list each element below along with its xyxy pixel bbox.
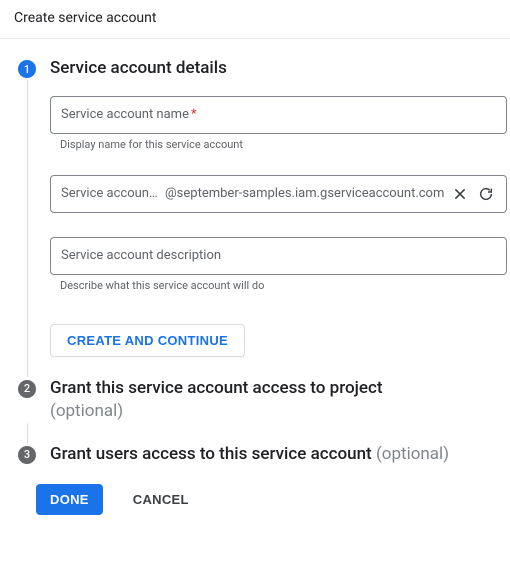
footer: DONE CANCEL [18, 466, 496, 515]
service-account-description-helper: Describe what this service account will … [60, 279, 507, 292]
wizard: 1 Service account details Service accoun… [0, 39, 510, 525]
step-1-badge: 1 [18, 60, 36, 78]
step-3-title: Grant users access to this service accou… [50, 443, 449, 466]
step-2-title: Grant this service account access to pro… [50, 377, 383, 423]
done-button[interactable]: DONE [36, 484, 103, 515]
refresh-icon[interactable] [476, 184, 496, 204]
service-account-name-field[interactable]: Service account name* [50, 96, 507, 134]
service-account-description-field[interactable]: Service account description [50, 237, 507, 275]
connector [18, 423, 496, 443]
connector [18, 80, 36, 377]
service-account-domain: @september-samples.iam.gserviceaccount.c… [165, 186, 444, 201]
step-1-body: Service account name* Display name for t… [18, 80, 496, 377]
optional-label: (optional) [376, 444, 449, 464]
step-3-header[interactable]: 3 Grant users access to this service acc… [18, 443, 496, 466]
step-3-badge: 3 [18, 446, 36, 464]
step-1-title: Service account details [50, 57, 227, 80]
cancel-button[interactable]: CANCEL [127, 491, 195, 508]
optional-label: (optional) [50, 401, 123, 421]
field-label: Service account I... [61, 186, 159, 201]
page-title: Create service account [14, 10, 156, 26]
field-label: Service account description [61, 248, 221, 263]
create-and-continue-button[interactable]: CREATE AND CONTINUE [50, 324, 245, 357]
service-account-id-field[interactable]: Service account I... @september-samples.… [50, 175, 507, 213]
field-label: Service account name* [61, 107, 197, 122]
step-2-header[interactable]: 2 Grant this service account access to p… [18, 377, 496, 423]
page-header: Create service account [0, 0, 510, 39]
step-2-badge: 2 [18, 380, 36, 398]
step-1-header: 1 Service account details [18, 57, 496, 80]
service-account-name-helper: Display name for this service account [60, 138, 507, 151]
close-icon[interactable] [450, 184, 470, 204]
